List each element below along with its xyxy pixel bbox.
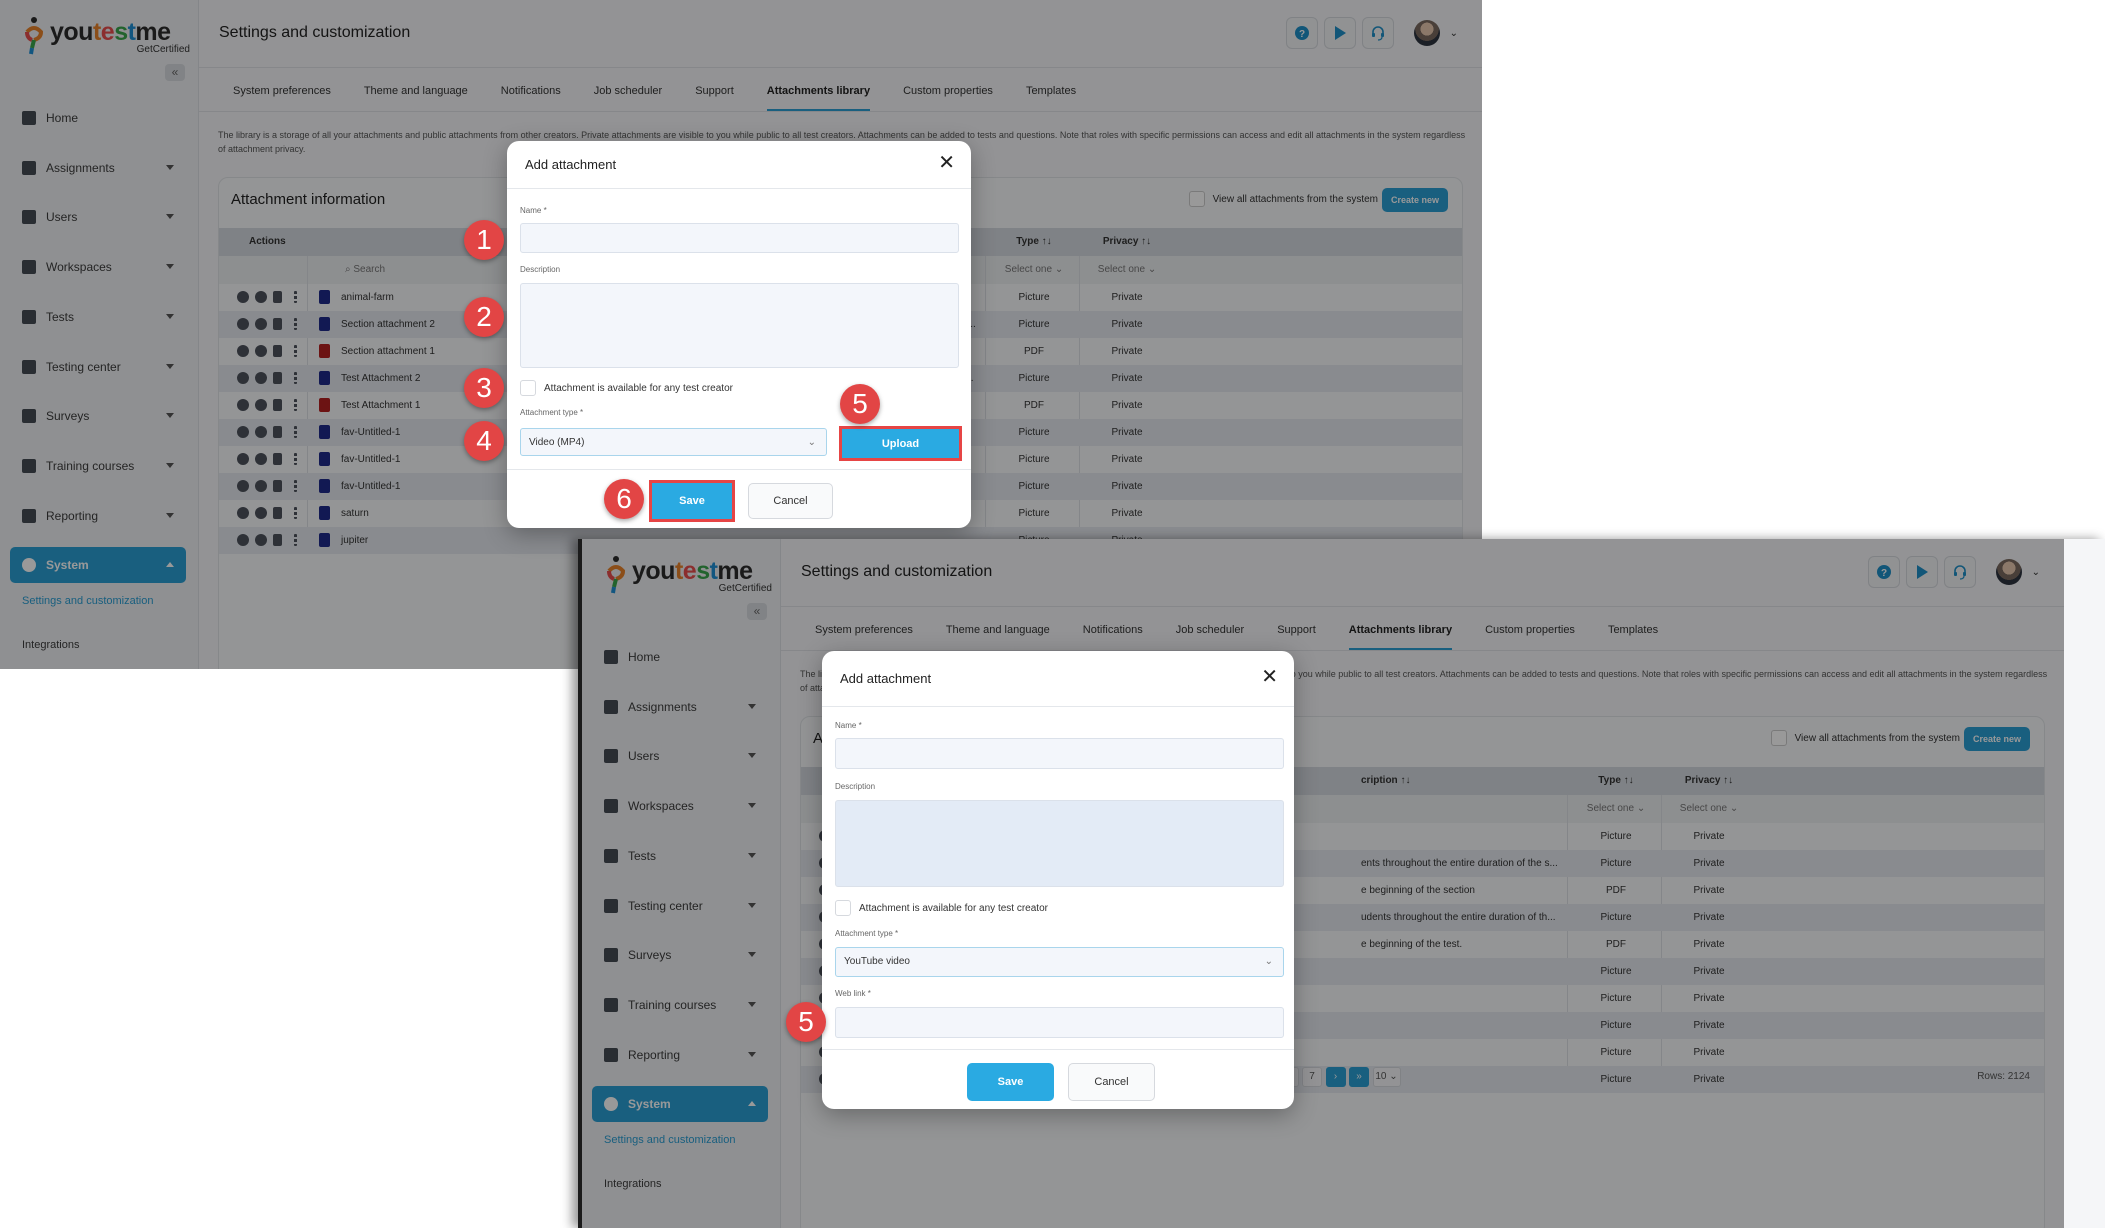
checkbox-box[interactable] [835,900,851,916]
selected-value: Video (MP4) [529,437,585,448]
close-icon[interactable]: ✕ [938,153,955,173]
name-input[interactable] [520,223,959,253]
save-button[interactable]: Save [649,480,735,522]
checkbox-label: Attachment is available for any test cre… [544,382,733,394]
chevron-down-icon: ⌄ [1264,956,1273,967]
description-textarea[interactable] [835,800,1284,887]
dialog-footer-divider [507,469,971,470]
step-callout-6: 6 [604,479,644,519]
attachment-type-select[interactable]: YouTube video ⌄ [835,947,1284,977]
step-callout-5: 5 [786,1002,826,1042]
app-window: youtestme GetCertified « Home Assignments… [582,539,2064,1228]
screenshot-youtube-link: youtestme GetCertified « Home Assignments… [578,539,2105,1228]
step-callout-4: 4 [464,421,504,461]
step-callout-5: 5 [840,384,880,424]
description-label: Description [520,265,561,274]
attachment-type-label: Attachment type * [835,929,899,938]
attachment-type-label: Attachment type * [520,408,584,417]
dialog-title: Add attachment [840,671,932,686]
available-for-creators-checkbox[interactable]: Attachment is available for any test cre… [520,380,733,396]
cancel-button[interactable]: Cancel [748,483,833,519]
add-attachment-dialog: Add attachment ✕ Name * Description Attachme… [822,651,1294,1109]
checkbox-label: Attachment is available for any test cre… [859,902,1048,914]
name-label: Name * [835,721,862,730]
web-link-label: Web link * [835,989,871,998]
save-button[interactable]: Save [967,1063,1054,1101]
description-textarea[interactable] [520,283,959,368]
dialog-title: Add attachment [525,157,617,172]
step-callout-3: 3 [464,368,504,408]
dialog-header: Add attachment ✕ [507,141,971,189]
name-input[interactable] [835,738,1284,769]
close-icon[interactable]: ✕ [1261,667,1278,687]
dialog-header: Add attachment ✕ [822,651,1294,707]
description-label: Description [835,782,876,791]
step-callout-2: 2 [464,297,504,337]
chevron-down-icon: ⌄ [807,437,816,448]
step-callout-1: 1 [464,220,504,260]
add-attachment-dialog: Add attachment ✕ Name * Description Attachme… [507,141,971,528]
web-link-input[interactable] [835,1007,1284,1038]
dialog-footer-divider [822,1049,1294,1050]
name-label: Name * [520,206,547,215]
attachment-type-select[interactable]: Video (MP4) ⌄ [520,428,827,456]
selected-value: YouTube video [844,956,910,967]
checkbox-box[interactable] [520,380,536,396]
available-for-creators-checkbox[interactable]: Attachment is available for any test cre… [835,900,1048,916]
modal-backdrop[interactable] [582,539,2064,1228]
upload-button[interactable]: Upload [839,426,962,461]
cancel-button[interactable]: Cancel [1068,1063,1155,1101]
